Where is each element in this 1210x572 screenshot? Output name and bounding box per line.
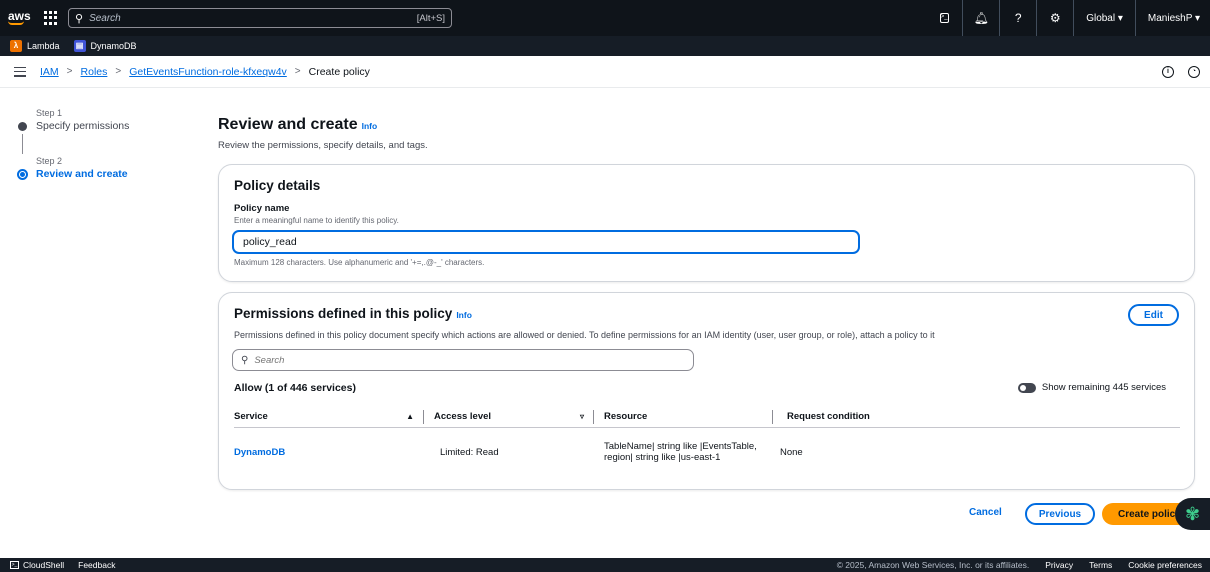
table-header: Service ▲ Access level ▿ Resource Reques… [234,406,1180,428]
allow-title: Allow (1 of 446 services) [234,382,356,394]
footer-terms[interactable]: Terms [1089,560,1112,570]
column-service[interactable]: Service ▲ [234,409,424,424]
services-grid-icon[interactable] [44,11,58,25]
step-1-label: Step 1 [36,108,63,118]
toggle-switch-icon[interactable] [1017,382,1036,393]
breadcrumb-bar: IAM > Roles > GetEventsFunction-role-kfx… [0,56,1210,88]
footer-feedback[interactable]: Feedback [78,560,115,570]
column-request-condition[interactable]: Request condition [773,410,870,424]
aws-logo[interactable]: aws [8,10,31,25]
breadcrumb-iam[interactable]: IAM [40,66,59,78]
policy-details-card: Policy details Policy name Enter a meani… [218,164,1195,282]
step-current-icon [17,168,28,180]
footer-privacy[interactable]: Privacy [1045,560,1073,570]
preferences-icon[interactable]: ◔ [1188,66,1200,78]
edit-button[interactable]: Edit [1128,304,1179,326]
step-2-label: Step 2 [36,156,63,166]
info-panel-icon[interactable]: i [1162,66,1174,78]
breadcrumb-role[interactable]: GetEventsFunction-role-kfxeqw4v [129,66,287,78]
notifications-bell-icon[interactable]: 🔔︎ [963,0,1001,36]
cloudshell-icon[interactable]: >_ [926,0,964,36]
page-description: Review the permissions, specify details,… [218,140,428,151]
permissions-title: Permissions defined in this policy Info [234,306,472,321]
ai-assistant-icon[interactable]: ✾ [1175,498,1210,530]
permissions-search-input[interactable] [254,354,685,366]
footer-cloudshell[interactable]: >_ CloudShell [10,560,64,570]
permissions-info-link[interactable]: Info [456,310,472,320]
footer: >_ CloudShell Feedback © 2025, Amazon We… [0,558,1210,572]
permissions-card: Permissions defined in this policy Info E… [218,292,1195,490]
help-icon[interactable]: ? [1000,0,1038,36]
nav-right-group: >_ 🔔︎ ? ⚙ Global ▾ ManieshP ▾ [926,0,1200,36]
favorite-dynamodb[interactable]: ▤ DynamoDB [73,40,137,52]
policy-name-constraint: Maximum 128 characters. Use alphanumeric… [234,258,485,267]
wizard-steps: Step 1 Specify permissions Step 2 Review… [17,108,198,180]
dynamodb-icon: ▤ [73,40,86,52]
step-1-name[interactable]: Specify permissions [36,120,129,132]
sort-ascending-icon[interactable]: ▲ [406,412,414,421]
breadcrumb-separator-icon: > [66,66,73,77]
settings-gear-icon[interactable]: ⚙ [1037,0,1075,36]
access-level-cell: Limited: Read [440,446,499,458]
search-icon: ⚲ [75,12,84,25]
permissions-description: Permissions defined in this policy docum… [234,330,935,340]
resource-cell: TableName| string like |EventsTable, reg… [604,441,757,463]
global-search[interactable]: ⚲ [Alt+S] [68,8,452,28]
page-info-link[interactable]: Info [362,121,378,131]
favorites-bar: λ Lambda ▤ DynamoDB [0,36,1210,56]
breadcrumb-roles[interactable]: Roles [81,66,108,78]
region-selector[interactable]: Global ▾ [1074,0,1136,36]
cancel-button[interactable]: Cancel [969,507,1002,518]
account-menu[interactable]: ManieshP ▾ [1136,0,1200,36]
menu-hamburger-icon[interactable] [14,66,26,77]
favorite-lambda[interactable]: λ Lambda [10,40,60,52]
sort-descending-icon[interactable]: ▿ [580,412,584,421]
search-shortcut: [Alt+S] [416,12,445,24]
search-icon: ⚲ [241,354,249,366]
breadcrumb-separator-icon: > [294,66,301,77]
policy-name-label: Policy name [234,203,290,214]
permissions-search[interactable]: ⚲ [232,349,694,371]
step-connector [22,134,23,154]
column-resource[interactable]: Resource [594,409,773,424]
policy-name-input[interactable] [232,230,860,254]
lambda-icon: λ [10,40,22,52]
step-complete-icon [18,121,27,131]
breadcrumb-current: Create policy [308,65,370,78]
breadcrumb-separator-icon: > [115,66,122,77]
service-link[interactable]: DynamoDB [234,447,285,458]
table-row: DynamoDB Limited: Read TableName| string… [234,431,1180,473]
previous-button[interactable]: Previous [1025,503,1095,525]
global-search-input[interactable] [89,12,417,24]
column-access-level[interactable]: Access level ▿ [424,409,594,424]
policy-name-hint: Enter a meaningful name to identify this… [234,216,399,225]
footer-cookies[interactable]: Cookie preferences [1128,560,1202,570]
page-title: Review and create Info [218,116,378,133]
cloudshell-icon: >_ [10,561,19,569]
request-condition-cell: None [780,446,803,458]
show-remaining-toggle[interactable]: Show remaining 445 services [1017,382,1166,393]
step-2-name: Review and create [36,168,128,180]
policy-details-title: Policy details [234,178,321,193]
footer-copyright: © 2025, Amazon Web Services, Inc. or its… [836,560,1030,570]
top-navigation: aws ⚲ [Alt+S] >_ 🔔︎ ? ⚙ Global ▾ Maniesh… [0,0,1210,36]
